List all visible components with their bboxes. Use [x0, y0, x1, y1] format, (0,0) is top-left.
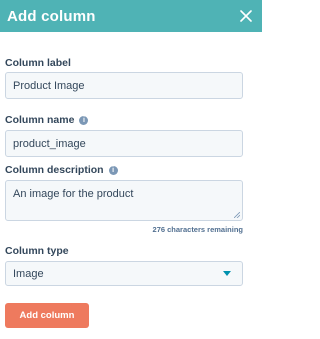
column-name-label: Column name i	[5, 114, 89, 126]
column-description-textarea[interactable]: An image for the product	[5, 180, 243, 221]
resize-handle-icon[interactable]	[234, 212, 240, 218]
add-column-button[interactable]: Add column	[5, 303, 89, 328]
dialog-title: Add column	[7, 7, 96, 25]
column-name-input[interactable]: product_image	[5, 130, 243, 157]
column-description-label: Column description i	[5, 164, 118, 176]
chevron-down-icon	[223, 271, 231, 276]
dialog-header: Add column	[0, 0, 262, 32]
column-type-select[interactable]: Image	[5, 261, 243, 286]
close-icon	[240, 10, 252, 22]
characters-remaining: 276 characters remaining	[152, 225, 243, 234]
info-icon[interactable]: i	[108, 165, 118, 175]
info-icon[interactable]: i	[79, 115, 89, 125]
close-button[interactable]	[237, 7, 255, 25]
column-label-input[interactable]: Product Image	[5, 72, 243, 99]
column-label-label: Column label	[5, 57, 71, 69]
column-type-label: Column type	[5, 245, 69, 257]
